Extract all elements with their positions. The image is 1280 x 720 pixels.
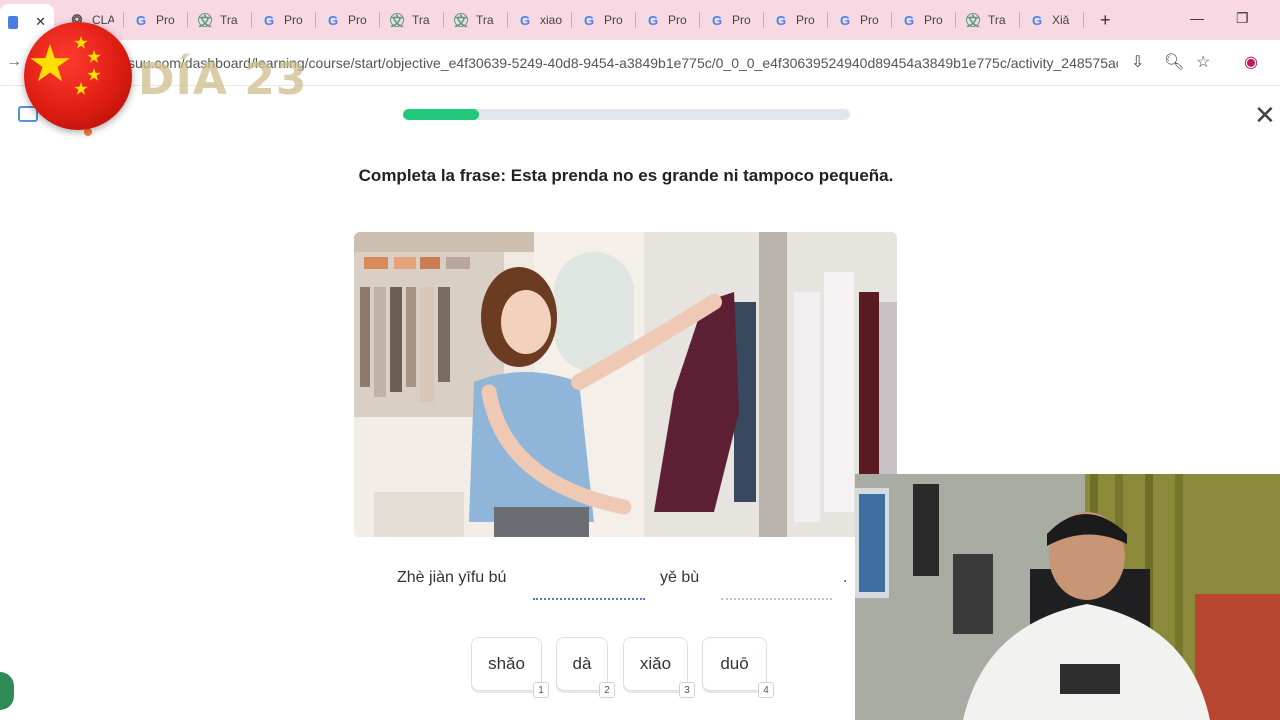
choice-button-4[interactable]: duō 4 (702, 637, 774, 698)
google-icon: G (775, 12, 787, 28)
browser-tab[interactable]: G Pro (636, 6, 700, 34)
browser-tab[interactable]: 文 Tra (188, 6, 252, 34)
help-badge-icon[interactable] (0, 672, 14, 710)
webcam-feed (855, 474, 1280, 720)
choice-label: duō (720, 654, 749, 673)
choice-button-2[interactable]: dà 2 (556, 637, 615, 698)
browser-tab[interactable]: G Pro (828, 6, 892, 34)
browser-tab[interactable]: G Pro (316, 6, 380, 34)
day-counter-label: DÍA 23 (138, 54, 308, 105)
answer-blank-2[interactable] (721, 598, 832, 600)
answer-blank-1[interactable] (533, 598, 645, 600)
doc-icon (6, 15, 20, 29)
browser-tab[interactable]: Gxiao (508, 6, 572, 34)
exercise-instruction: Completa la frase: Esta prenda no es gra… (358, 166, 894, 185)
bookmark-star-icon[interactable]: ☆ (1196, 52, 1210, 72)
browser-tab[interactable]: 文 Tra (956, 6, 1020, 34)
china-flag-icon (24, 22, 132, 130)
choice-button-3[interactable]: xiǎo 3 (623, 637, 695, 698)
profile-icon[interactable]: ◉ (1244, 52, 1258, 72)
new-tab-button[interactable]: + (1100, 10, 1111, 31)
sentence-part-2: yě bù (660, 569, 700, 586)
translate-icon: 文 (966, 13, 980, 29)
choice-shortcut: 2 (599, 682, 615, 698)
google-icon: G (135, 12, 147, 28)
browser-tab[interactable]: G Xiǎ (1020, 6, 1084, 34)
minimize-icon[interactable]: — (1190, 10, 1204, 26)
webcam-illustration (855, 474, 1280, 720)
choice-shortcut: 1 (533, 682, 549, 698)
google-icon: G (711, 12, 723, 28)
restore-icon[interactable]: ❐ (1236, 10, 1249, 27)
browser-tab[interactable]: 文 Tra (380, 6, 444, 34)
browser-tab[interactable]: G Pro (124, 6, 188, 34)
translate-icon: 文 (198, 13, 212, 29)
browser-tab[interactable]: G Pro (892, 6, 956, 34)
browser-tab[interactable]: G Pro (572, 6, 636, 34)
browser-tab[interactable]: G Pro (252, 6, 316, 34)
sentence-end: . (843, 569, 848, 586)
choice-shortcut: 3 (679, 682, 695, 698)
install-app-icon[interactable]: ⇩ (1131, 52, 1144, 72)
zoom-icon[interactable]: 🔍︎ (1164, 52, 1184, 72)
google-icon: G (327, 12, 339, 28)
close-lesson-icon[interactable]: ✕ (1254, 102, 1276, 128)
google-icon: G (647, 12, 659, 28)
choice-label: shǎo (488, 654, 525, 673)
google-icon: G (1031, 12, 1043, 28)
google-icon: G (519, 12, 531, 28)
forward-arrow-icon[interactable]: → (6, 53, 22, 71)
boutique-photo-illustration (354, 232, 897, 537)
lesson-progress-bar (403, 109, 850, 120)
browser-tabstrip: ✕ ❂ CLA G Pro 文 Tra G Pro G Pro 文 Tra 文 Tra Gxi… (0, 0, 1280, 40)
browser-tab[interactable]: G Pro (764, 6, 828, 34)
google-icon: G (583, 12, 595, 28)
browser-tab[interactable]: G Pro (700, 6, 764, 34)
translate-icon: 文 (454, 13, 468, 29)
sentence-part-1: Zhè jiàn yīfu bú (397, 569, 507, 586)
google-icon: G (839, 12, 851, 28)
browser-tab[interactable]: 文 Tra (444, 6, 508, 34)
exercise-photo (354, 232, 897, 537)
choice-label: dà (572, 654, 592, 673)
choice-label: xiǎo (639, 654, 672, 673)
choice-button-1[interactable]: shǎo 1 (471, 637, 549, 698)
translate-icon: 文 (390, 13, 404, 29)
lesson-progress-fill (403, 109, 479, 120)
choice-shortcut: 4 (758, 682, 774, 698)
google-icon: G (263, 12, 275, 28)
google-icon: G (903, 12, 915, 28)
